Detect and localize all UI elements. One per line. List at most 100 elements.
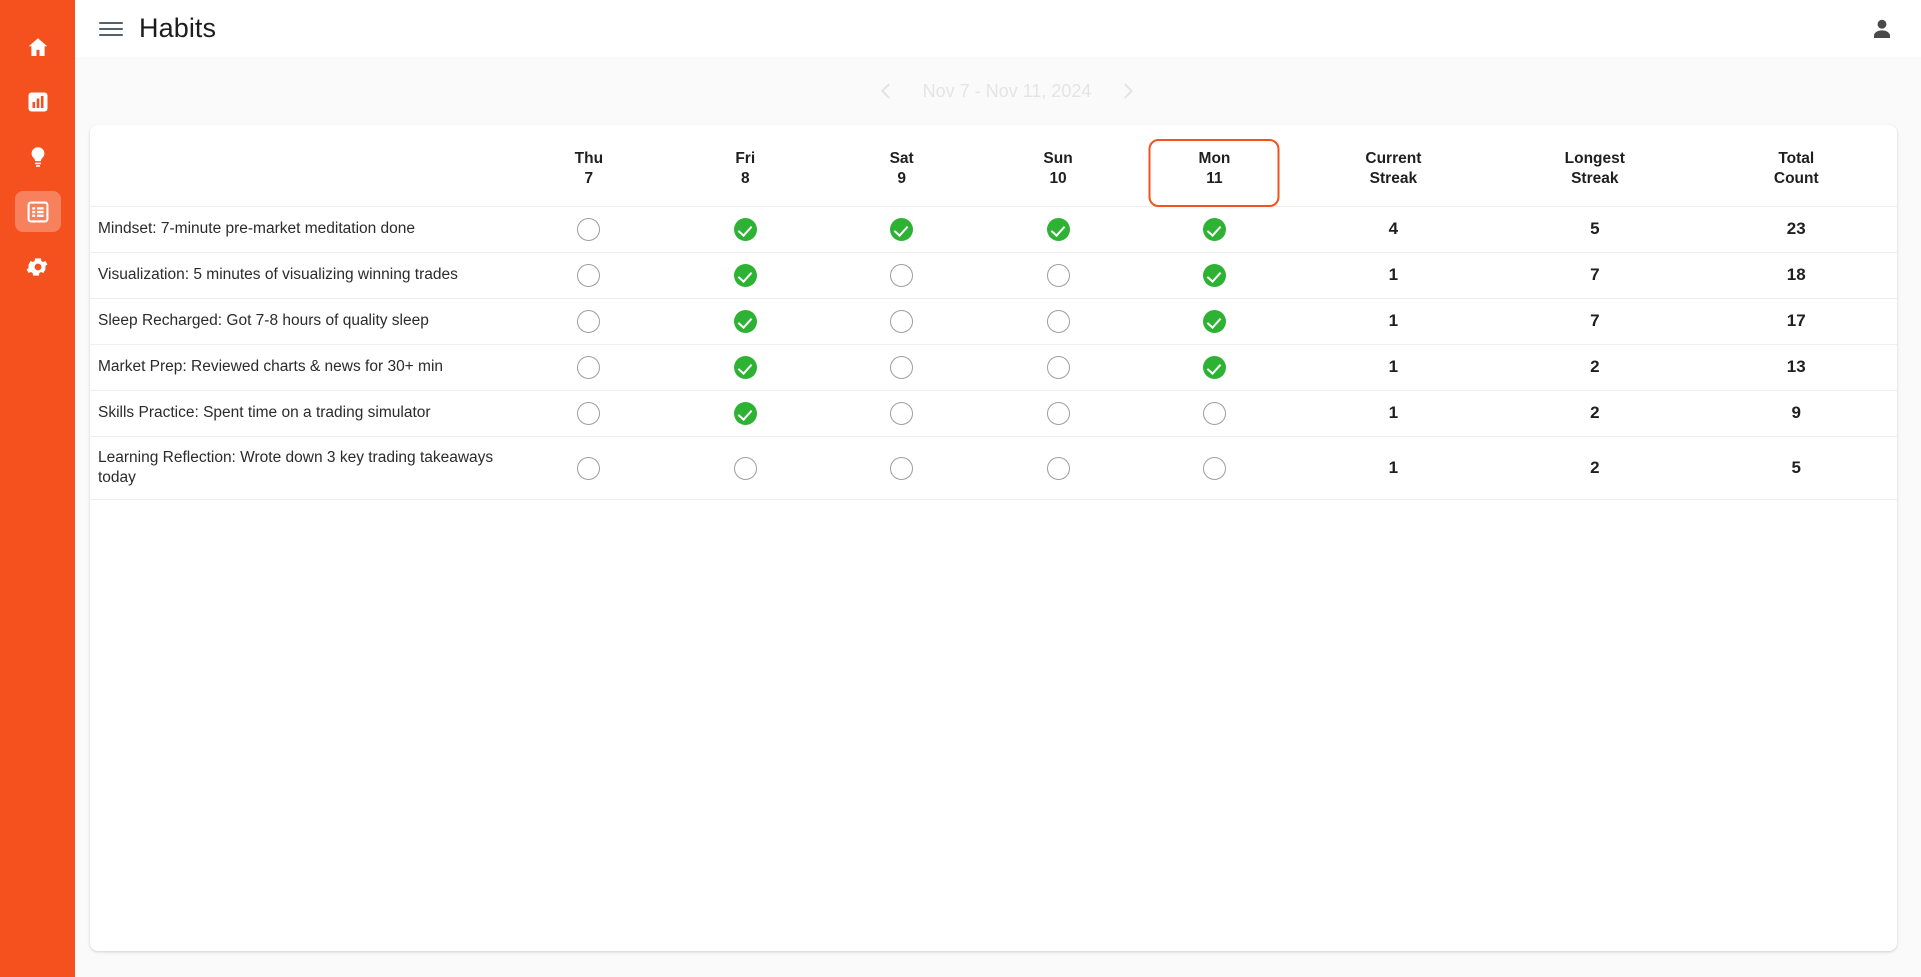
header-day-mon[interactable]: Mon 11 <box>1136 125 1293 207</box>
sidebar-item-analytics[interactable] <box>15 81 61 122</box>
lightbulb-icon <box>26 145 50 169</box>
habit-name-cell: Market Prep: Reviewed charts & news for … <box>90 344 511 391</box>
habits-header-row: Thu 7 Fri 8 Sat 9 Sun 10 Mon 11 Current Streak Longe… <box>90 125 1897 207</box>
check-circle-filled-icon[interactable] <box>733 401 757 425</box>
check-circle-empty-icon[interactable] <box>577 456 601 480</box>
chevron-left-icon[interactable] <box>873 78 899 104</box>
habit-check-cell[interactable] <box>1136 298 1293 345</box>
habit-check-cell[interactable] <box>510 390 668 437</box>
header-day-fri[interactable]: Fri 8 <box>667 125 824 207</box>
check-circle-empty-icon[interactable] <box>733 456 757 480</box>
check-circle-filled-icon[interactable] <box>733 355 757 379</box>
header-day-sun[interactable]: Sun 10 <box>979 125 1137 207</box>
check-circle-empty-icon[interactable] <box>1202 401 1226 425</box>
bar-chart-icon <box>26 90 50 114</box>
sidebar-item-settings[interactable] <box>15 246 61 287</box>
check-circle-empty-icon[interactable] <box>577 355 601 379</box>
habit-check-cell[interactable] <box>823 298 980 345</box>
hamburger-menu-icon[interactable] <box>99 16 125 42</box>
header-day-weekday: Mon <box>1198 150 1231 167</box>
habit-check-cell[interactable] <box>823 390 980 437</box>
habit-check-cell[interactable] <box>823 206 980 253</box>
header-day-weekday: Sat <box>889 150 914 167</box>
longest-streak-value: 2 <box>1494 344 1696 391</box>
sidebar-item-insights[interactable] <box>15 136 61 177</box>
check-circle-filled-icon[interactable] <box>1202 355 1226 379</box>
check-circle-filled-icon[interactable] <box>1046 217 1070 241</box>
check-circle-empty-icon[interactable] <box>890 355 914 379</box>
habit-check-cell[interactable] <box>667 298 824 345</box>
chevron-right-icon[interactable] <box>1115 78 1141 104</box>
habit-check-cell[interactable] <box>979 298 1137 345</box>
gear-icon <box>26 255 50 279</box>
check-circle-empty-icon[interactable] <box>1202 456 1226 480</box>
habit-check-cell[interactable] <box>1136 252 1293 299</box>
habit-check-cell[interactable] <box>1136 344 1293 391</box>
habit-check-cell[interactable] <box>667 344 824 391</box>
check-circle-empty-icon[interactable] <box>577 309 601 333</box>
habit-check-cell[interactable] <box>979 344 1137 391</box>
page-title: Habits <box>139 13 217 43</box>
habit-check-cell[interactable] <box>1136 436 1293 501</box>
header-day-weekday: Sun <box>1043 150 1073 167</box>
check-circle-empty-icon[interactable] <box>1046 309 1070 333</box>
check-circle-filled-icon[interactable] <box>890 217 914 241</box>
header-day-thu[interactable]: Thu 7 <box>510 125 668 207</box>
check-circle-empty-icon[interactable] <box>577 217 601 241</box>
check-circle-empty-icon[interactable] <box>1046 401 1070 425</box>
habit-check-cell[interactable] <box>510 206 668 253</box>
check-circle-empty-icon[interactable] <box>577 263 601 287</box>
check-circle-empty-icon[interactable] <box>1046 456 1070 480</box>
habit-check-cell[interactable] <box>823 436 980 501</box>
habit-check-cell[interactable] <box>979 390 1137 437</box>
habit-check-cell[interactable] <box>510 344 668 391</box>
habit-check-cell[interactable] <box>979 436 1137 501</box>
habit-check-cell[interactable] <box>667 390 824 437</box>
header-total-count: Total Count <box>1695 125 1897 207</box>
check-circle-empty-icon[interactable] <box>577 401 601 425</box>
check-circle-empty-icon[interactable] <box>1046 263 1070 287</box>
habit-check-cell[interactable] <box>979 252 1137 299</box>
sidebar-item-home[interactable] <box>15 26 61 67</box>
check-circle-filled-icon[interactable] <box>733 309 757 333</box>
longest-streak-value: 7 <box>1494 252 1696 299</box>
habit-check-cell[interactable] <box>823 252 980 299</box>
habit-check-cell[interactable] <box>1136 390 1293 437</box>
habits-table: Thu 7 Fri 8 Sat 9 Sun 10 Mon 11 Current Streak Longe… <box>90 125 1897 501</box>
habit-name-cell: Visualization: 5 minutes of visualizing … <box>90 252 511 299</box>
total-count-value: 9 <box>1695 390 1897 437</box>
current-streak-value: 1 <box>1292 252 1495 299</box>
check-circle-filled-icon[interactable] <box>1202 263 1226 287</box>
table-row: Market Prep: Reviewed charts & news for … <box>90 344 1897 391</box>
table-row: Sleep Recharged: Got 7-8 hours of qualit… <box>90 298 1897 345</box>
header-day-sat[interactable]: Sat 9 <box>823 125 980 207</box>
check-circle-filled-icon[interactable] <box>733 263 757 287</box>
habit-check-cell[interactable] <box>667 252 824 299</box>
check-circle-filled-icon[interactable] <box>1202 309 1226 333</box>
check-circle-filled-icon[interactable] <box>1202 217 1226 241</box>
person-account-icon[interactable] <box>1865 12 1899 46</box>
habit-check-cell[interactable] <box>510 436 668 501</box>
header-stat-line2: Streak <box>1571 170 1619 188</box>
habit-check-cell[interactable] <box>823 344 980 391</box>
check-circle-empty-icon[interactable] <box>890 456 914 480</box>
habit-check-cell[interactable] <box>510 252 668 299</box>
check-circle-filled-icon[interactable] <box>733 217 757 241</box>
habit-check-cell[interactable] <box>667 206 824 253</box>
habit-check-cell[interactable] <box>1136 206 1293 253</box>
date-navigation: Nov 7 - Nov 11, 2024 <box>873 78 1142 104</box>
check-circle-empty-icon[interactable] <box>1046 355 1070 379</box>
habit-check-cell[interactable] <box>979 206 1137 253</box>
app-root: Habits Nov 7 - Nov 11, 2024 Thu 7 Fri 8 … <box>0 0 1921 977</box>
habit-check-cell[interactable] <box>510 298 668 345</box>
check-circle-empty-icon[interactable] <box>890 263 914 287</box>
check-circle-empty-icon[interactable] <box>890 401 914 425</box>
habits-table-head: Thu 7 Fri 8 Sat 9 Sun 10 Mon 11 Current Streak Longe… <box>90 125 1897 207</box>
check-circle-empty-icon[interactable] <box>890 309 914 333</box>
header-day-content: Fri 8 <box>675 149 815 190</box>
sidebar-item-habits[interactable] <box>14 191 61 232</box>
table-row: Visualization: 5 minutes of visualizing … <box>90 252 1897 299</box>
total-count-value: 17 <box>1695 298 1897 345</box>
header-day-weekday: Thu <box>574 150 604 167</box>
habit-check-cell[interactable] <box>667 436 824 501</box>
